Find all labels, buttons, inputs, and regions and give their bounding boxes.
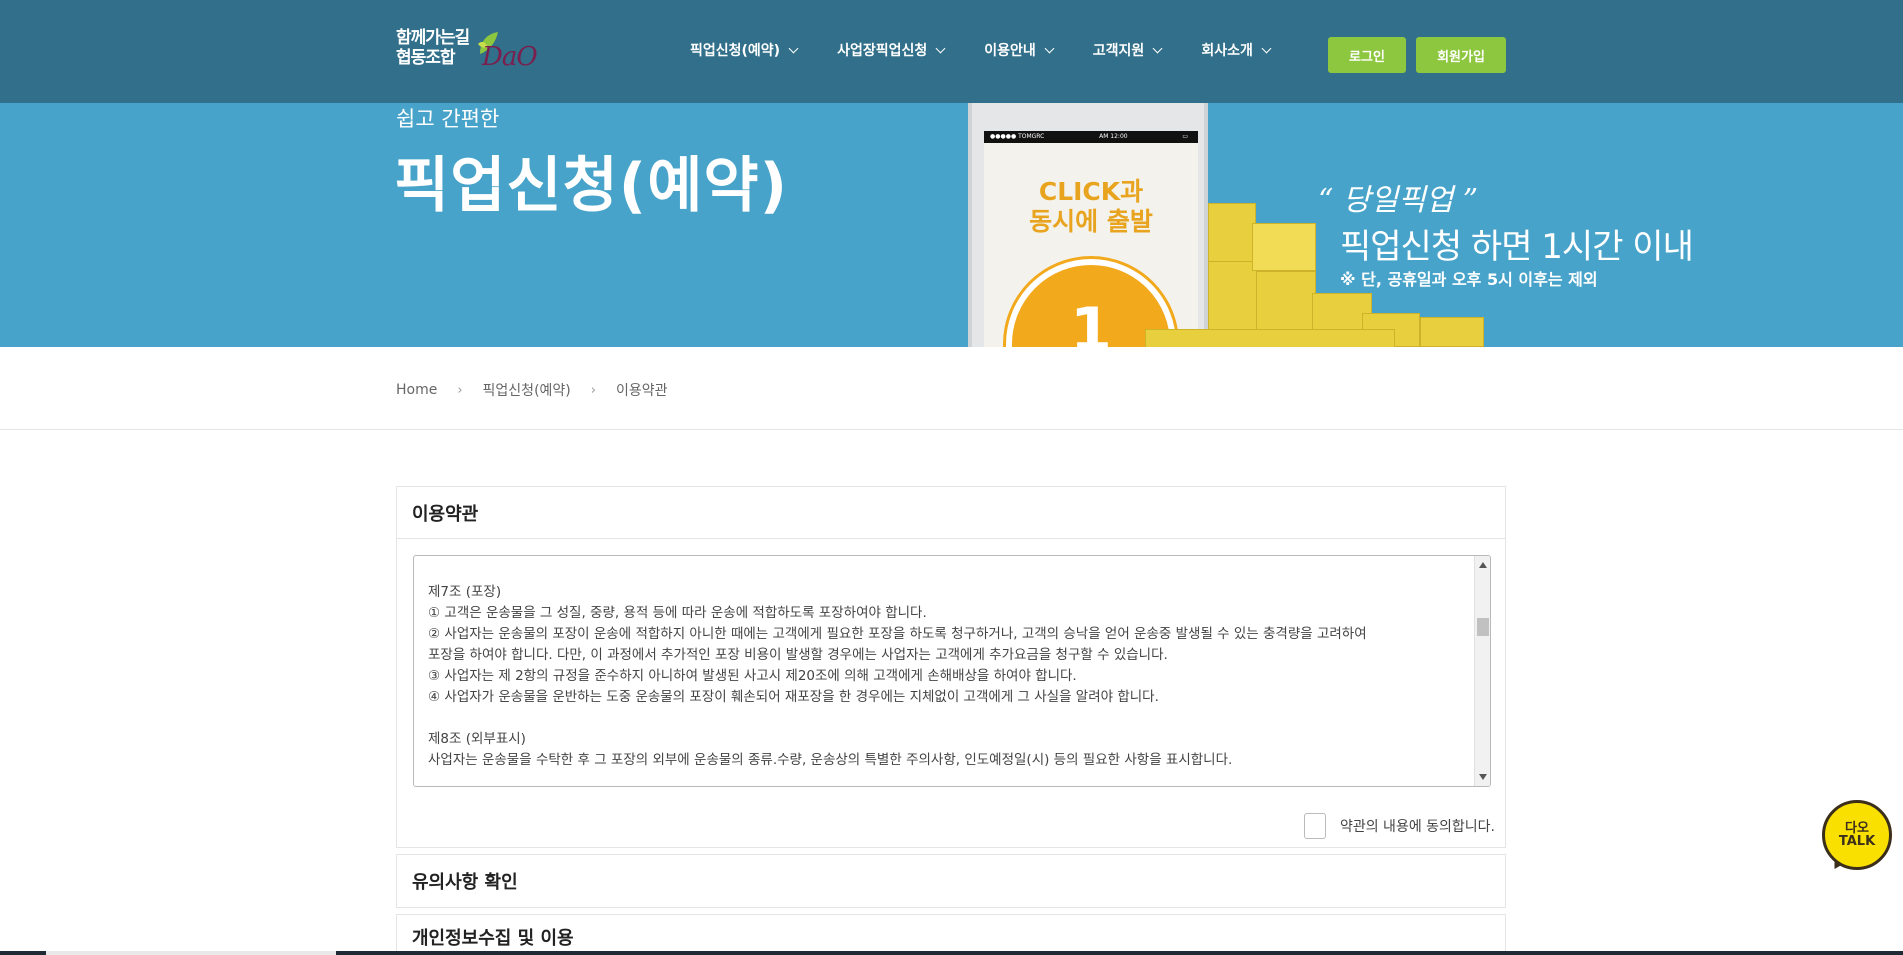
chevron-down-icon: [1044, 43, 1055, 53]
chat-talk-label: 다오 TALK: [1839, 822, 1875, 848]
scroll-thumb[interactable]: [46, 951, 336, 955]
phone-time: AM 12:00: [1099, 133, 1128, 140]
terms-line: 사업자는 운송물을 수탁한 후 그 포장의 외부에 운송물의 종류.수량, 운송…: [428, 752, 1233, 768]
breadcrumb-level2[interactable]: 이용약관: [616, 380, 668, 400]
login-button[interactable]: 로그인: [1328, 37, 1406, 73]
nav-label: 고객지원: [1092, 43, 1145, 59]
scroll-up-icon[interactable]: [1479, 562, 1487, 568]
phone-line1: CLICK과: [1038, 177, 1144, 206]
hero-main-text: 픽업신청 하면 1시간 이내: [1340, 227, 1694, 267]
agree-label: 약관의 내용에 동의합니다.: [1339, 819, 1495, 835]
phone-illustration: ●●●●● TOMGRC AM 12:00 ▭ CLICK과 동시에 출발 1: [968, 103, 1208, 347]
logo[interactable]: 함께가는길 협동조합 DaO: [396, 28, 538, 74]
privacy-heading: 개인정보수집 및 이용: [412, 928, 574, 949]
chevron-down-icon: [1152, 43, 1163, 53]
agree-row: 약관의 내용에 동의합니다.: [1303, 813, 1495, 839]
phone-status-bar: ●●●●● TOMGRC AM 12:00 ▭: [984, 131, 1198, 143]
terms-line: 포장을 하여야 합니다. 다만, 이 과정에서 추가적인 포장 비용이 발생할 …: [428, 647, 1168, 663]
chat-talk-line2: TALK: [1838, 834, 1876, 849]
battery-icon: ▭: [1182, 133, 1188, 140]
site-header: 함께가는길 협동조합 DaO 픽업신청(예약) 사업장픽업신청 이용안내 고객지…: [0, 0, 1903, 103]
terms-textarea[interactable]: 제7조 (포장) ① 고객은 운송물을 그 성질, 중량, 용적 등에 따라 운…: [413, 555, 1491, 787]
terms-line: 제7조 (포장): [428, 584, 502, 600]
chevron-down-icon: [935, 43, 946, 53]
privacy-panel[interactable]: 개인정보수집 및 이용: [396, 914, 1506, 955]
logo-brand: DaO: [482, 42, 538, 72]
divider: [0, 429, 1903, 430]
terms-panel: 이용약관 제7조 (포장) ① 고객은 운송물을 그 성질, 중량, 용적 등에…: [396, 486, 1506, 848]
nav-pickup-request[interactable]: 픽업신청(예약): [690, 40, 799, 60]
agree-checkbox[interactable]: [1303, 813, 1326, 839]
terms-spacer: [428, 708, 1468, 729]
phone-carrier: ●●●●● TOMGRC: [990, 133, 1045, 140]
terms-line: 제8조 (외부표시): [428, 731, 526, 747]
logo-text: 함께가는길 협동조합: [396, 28, 470, 68]
nav-label: 이용안내: [984, 43, 1036, 59]
nav-label: 픽업신청(예약): [690, 43, 781, 59]
nav-usage-guide[interactable]: 이용안내: [984, 40, 1055, 60]
nav-company-intro[interactable]: 회사소개: [1201, 40, 1272, 60]
breadcrumb-home[interactable]: Home: [396, 382, 437, 398]
nav-label: 회사소개: [1201, 43, 1253, 59]
terms-line: ③ 사업자는 제 2항의 규정을 준수하지 아니하여 발생된 사고시 제20조에…: [428, 668, 1077, 684]
logo-text-line1: 함께가는길: [396, 28, 470, 48]
nav-business-pickup[interactable]: 사업장픽업신청: [837, 40, 946, 60]
chevron-down-icon: [1261, 43, 1272, 53]
hero-subtitle: 쉽고 간편한: [396, 107, 500, 131]
logo-text-line2: 협동조합: [396, 48, 456, 68]
notice-heading: 유의사항 확인: [412, 872, 518, 893]
breadcrumb-level1[interactable]: 픽업신청(예약): [483, 380, 571, 400]
phone-line2: 동시에 출발: [1029, 207, 1153, 236]
hero-quote: “ 당일픽업 ”: [1318, 183, 1479, 218]
horizontal-scrollbar[interactable]: [0, 951, 1903, 955]
terms-line: ② 사업자는 운송물의 포장이 운송에 적합하지 아니한 때에는 고객에게 필요…: [428, 626, 1367, 642]
terms-line: ① 고객은 운송물을 그 성질, 중량, 용적 등에 따라 운송에 적합하도록 …: [428, 605, 927, 621]
phone-message: CLICK과 동시에 출발: [984, 177, 1198, 237]
phone-screen: ●●●●● TOMGRC AM 12:00 ▭ CLICK과 동시에 출발 1: [984, 131, 1198, 347]
chevron-right-icon: ›: [590, 382, 596, 398]
page-title: 픽업신청(예약): [394, 151, 789, 221]
terms-scrollbar[interactable]: [1474, 556, 1490, 786]
hero-note: ※ 단, 공휴일과 오후 5시 이후는 제외: [1340, 270, 1598, 289]
scroll-down-icon[interactable]: [1479, 774, 1487, 780]
scroll-thumb[interactable]: [1477, 618, 1489, 636]
nav-label: 사업장픽업신청: [837, 43, 928, 59]
terms-line: ④ 사업자가 운송물을 운반하는 도중 운송물의 포장이 훼손되어 재포장을 한…: [428, 689, 1159, 705]
chevron-down-icon: [788, 43, 799, 53]
chat-talk-button[interactable]: 다오 TALK: [1822, 800, 1892, 870]
chevron-right-icon: ›: [457, 382, 463, 398]
signup-button[interactable]: 회원가입: [1416, 37, 1506, 73]
main-nav: 픽업신청(예약) 사업장픽업신청 이용안내 고객지원 회사소개: [690, 40, 1310, 60]
nav-customer-support[interactable]: 고객지원: [1092, 40, 1163, 60]
notice-panel[interactable]: 유의사항 확인: [396, 854, 1506, 908]
terms-content: 제7조 (포장) ① 고객은 운송물을 그 성질, 중량, 용적 등에 따라 운…: [428, 582, 1468, 771]
hero-banner: 쉽고 간편한 픽업신청(예약) ●●●●● TOMGRC AM 12:00 ▭ …: [0, 103, 1903, 347]
terms-heading: 이용약관: [397, 487, 1505, 539]
breadcrumb: Home › 픽업신청(예약) › 이용약관: [396, 380, 668, 400]
